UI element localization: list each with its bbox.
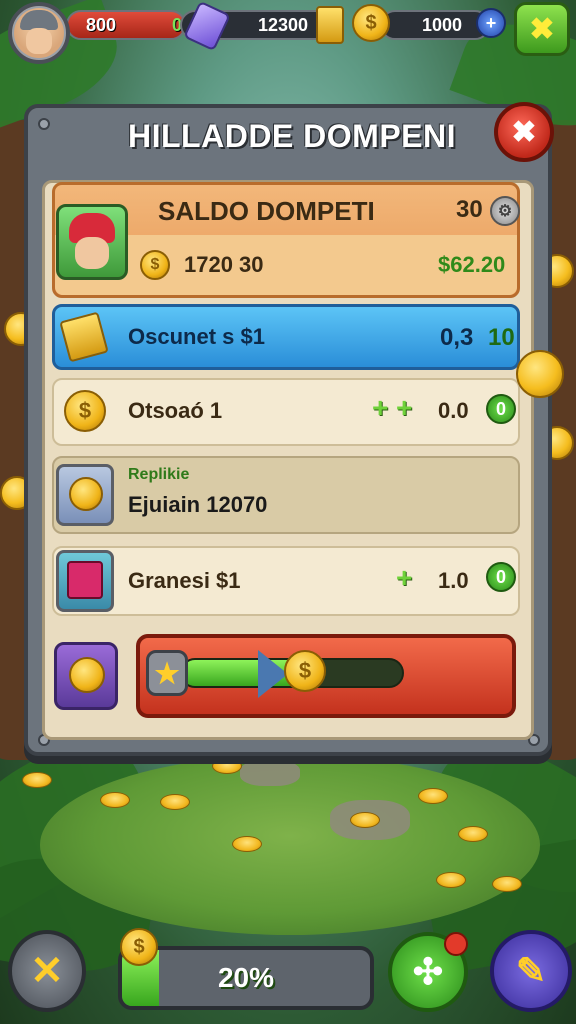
character-icon[interactable] bbox=[56, 204, 128, 280]
health-value: 800 bbox=[86, 14, 117, 35]
discount-value-a: 0,3 bbox=[440, 324, 474, 351]
coin-icon: $ bbox=[140, 250, 170, 280]
replica-row[interactable] bbox=[52, 456, 520, 534]
panel-title: HILLADDE DOMPENI bbox=[128, 118, 456, 154]
plus-icon[interactable]: + bbox=[372, 392, 388, 424]
coin-icon: $ bbox=[64, 390, 106, 432]
plus-icon[interactable]: + bbox=[396, 392, 412, 424]
gains-label: Granesi $1 bbox=[128, 568, 241, 593]
notification-badge bbox=[444, 932, 468, 956]
coins-value: 1000 bbox=[422, 14, 463, 35]
gold-bar-icon bbox=[316, 6, 344, 44]
add-coins-button[interactable]: + bbox=[476, 8, 506, 38]
gem-icon bbox=[183, 0, 231, 52]
card-icon bbox=[56, 550, 114, 612]
replica-subtitle: Ejuiain 12070 bbox=[128, 492, 268, 517]
stored-badge[interactable]: 0 bbox=[486, 394, 516, 424]
avatar-icon[interactable] bbox=[8, 2, 70, 64]
stored-value: 0.0 bbox=[438, 398, 469, 423]
balance-money: $62.20 bbox=[438, 252, 506, 277]
coin-icon: $ bbox=[284, 650, 326, 692]
star-icon: ★ bbox=[146, 650, 188, 696]
discount-value-b: 10 bbox=[488, 324, 515, 351]
discount-label: Oscunet s $1 bbox=[128, 324, 265, 349]
replica-title: Replikie bbox=[128, 466, 190, 483]
coins-counter: 1000 bbox=[380, 10, 490, 40]
settings-icon[interactable]: ⚙ bbox=[490, 196, 520, 226]
bottom-progress-bar: 20% bbox=[118, 946, 374, 1010]
stored-label: Otsoaó 1 bbox=[128, 398, 223, 423]
top-hud: 800 0 12300 1000 $ + ✖ bbox=[0, 0, 576, 64]
coin-icon: $ bbox=[120, 928, 158, 966]
gains-value: 1.0 bbox=[438, 568, 469, 593]
coins-stack-icon bbox=[54, 642, 118, 710]
health-bar: 800 0 bbox=[66, 10, 186, 40]
gains-badge[interactable]: 0 bbox=[486, 562, 516, 592]
gems-value: 12300 bbox=[258, 14, 309, 35]
coin-icon: $ bbox=[352, 4, 390, 42]
edit-button[interactable]: ✎ bbox=[490, 930, 572, 1012]
coins-stack-icon bbox=[56, 464, 114, 526]
plus-icon[interactable]: + bbox=[396, 562, 412, 594]
close-game-button[interactable]: ✖ bbox=[514, 2, 570, 56]
bottom-progress-label: 20% bbox=[217, 962, 275, 993]
balance-badge: 30 bbox=[456, 196, 483, 223]
crossed-swords-button[interactable]: ✕ bbox=[8, 930, 86, 1012]
balance-label: SALDO DOMPETI bbox=[158, 196, 375, 226]
balance-coins: 1720 30 bbox=[184, 252, 264, 277]
coin-icon bbox=[516, 350, 564, 398]
panel-close-button[interactable]: ✖ bbox=[494, 102, 554, 162]
